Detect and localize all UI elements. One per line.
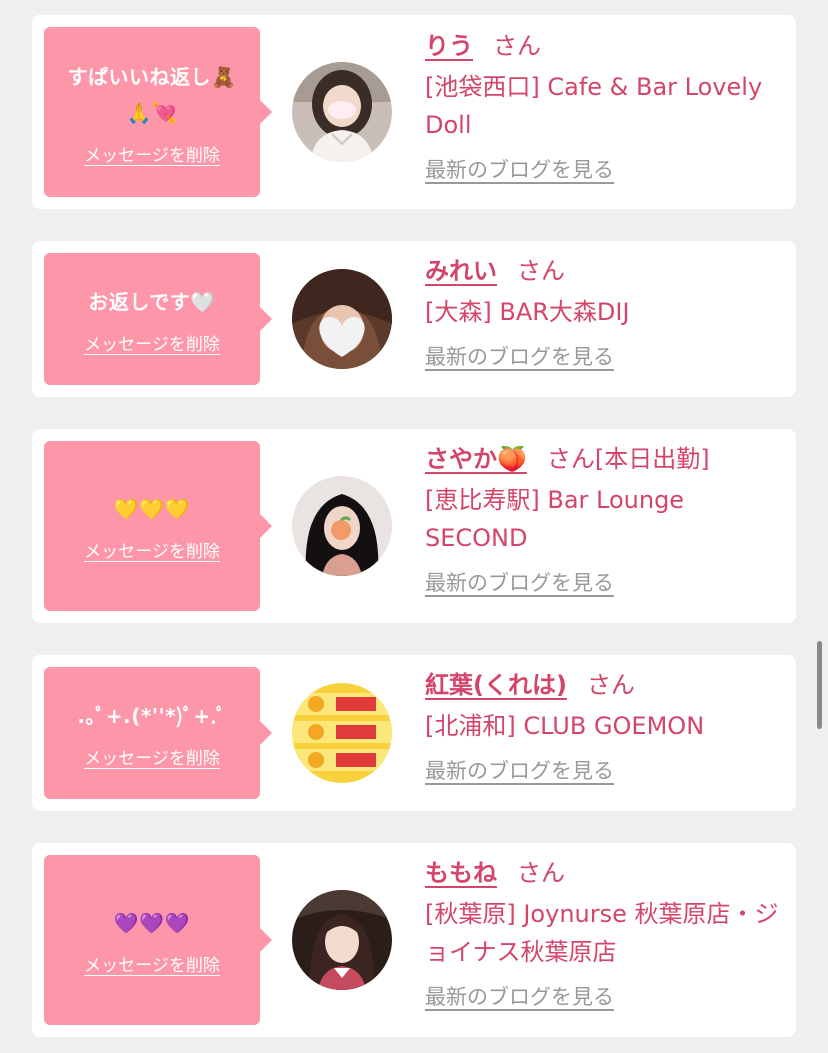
delete-message-link[interactable]: メッセージを削除 xyxy=(84,141,220,166)
shop-name: [北浦和] CLUB GOEMON xyxy=(425,712,705,740)
avatar[interactable] xyxy=(292,683,392,783)
delete-message-link[interactable]: メッセージを削除 xyxy=(84,537,220,562)
message-text: .｡ﾟ+.(*''*)ﾟ+.ﾟ xyxy=(77,703,227,728)
message-text: 💜💜💜 xyxy=(113,910,191,935)
avatar-image xyxy=(292,476,392,576)
honorific: さん xyxy=(517,859,565,887)
latest-blog-link[interactable]: 最新のブログを見る xyxy=(425,341,614,371)
message-bubble: .｡ﾟ+.(*''*)ﾟ+.ﾟ メッセージを削除 xyxy=(44,667,272,799)
message-bubble: すぱいいね返し🧸 🙏💘 メッセージを削除 xyxy=(44,27,272,197)
message-card: 💛💛💛 メッセージを削除 さやか🍑 さん[本日出勤] [恵比寿駅] Bar Lou… xyxy=(32,429,796,623)
message-card: .｡ﾟ+.(*''*)ﾟ+.ﾟ メッセージを削除 紅葉(くれは) さん [北浦和]… xyxy=(32,655,796,811)
delete-message-link[interactable]: メッセージを削除 xyxy=(84,951,220,976)
sender-info: さやか🍑 さん[本日出勤] [恵比寿駅] Bar Lounge SECOND 最新… xyxy=(425,441,784,597)
avatar-image xyxy=(292,890,392,990)
sender-name-link[interactable]: さやか🍑 xyxy=(425,445,527,473)
message-text: すぱいいね返し🧸 🙏💘 xyxy=(67,64,237,125)
message-card: すぱいいね返し🧸 🙏💘 メッセージを削除 りう さん [池袋西口] Cafe & … xyxy=(32,15,796,209)
avatar[interactable] xyxy=(292,62,392,162)
sender-info: りう さん [池袋西口] Cafe & Bar Lovely Doll 最新のブロ… xyxy=(425,28,784,184)
latest-blog-link[interactable]: 最新のブログを見る xyxy=(425,154,614,184)
message-card: お返しです🤍 メッセージを削除 みれい さん [大森] BAR大森DIJ 最新のブ… xyxy=(32,241,796,397)
sender-info: ももね さん [秋葉原] Joynurse 秋葉原店・ジョイナス秋葉原店 最新のブ… xyxy=(425,855,784,1011)
delete-message-link[interactable]: メッセージを削除 xyxy=(84,744,220,769)
honorific: さん xyxy=(517,257,565,285)
latest-blog-link[interactable]: 最新のブログを見る xyxy=(425,755,614,785)
avatar-image xyxy=(292,269,392,369)
message-text: お返しです🤍 xyxy=(88,289,216,314)
shop-name: [池袋西口] Cafe & Bar Lovely Doll xyxy=(425,73,763,139)
avatar[interactable] xyxy=(292,890,392,990)
delete-message-link[interactable]: メッセージを削除 xyxy=(84,330,220,355)
shop-name: [大森] BAR大森DIJ xyxy=(425,298,630,326)
honorific: さん xyxy=(546,445,595,473)
message-text: 💛💛💛 xyxy=(113,496,191,521)
sender-name-link[interactable]: みれい xyxy=(425,257,497,285)
latest-blog-link[interactable]: 最新のブログを見る xyxy=(425,567,614,597)
sender-name-link[interactable]: 紅葉(くれは) xyxy=(425,671,567,699)
shop-name: [秋葉原] Joynurse 秋葉原店・ジョイナス秋葉原店 xyxy=(425,900,779,966)
sender-name-link[interactable]: ももね xyxy=(425,859,497,887)
honorific: さん xyxy=(493,32,541,60)
honorific: さん xyxy=(586,671,635,699)
name-line: りう さん xyxy=(425,28,784,64)
message-bubble: 💜💜💜 メッセージを削除 xyxy=(44,855,272,1025)
name-line: ももね さん xyxy=(425,855,784,891)
sender-name-link[interactable]: りう xyxy=(425,32,473,60)
avatar-image xyxy=(292,683,392,783)
avatar-image xyxy=(292,62,392,162)
name-line: みれい さん xyxy=(425,253,784,289)
shop-name: [恵比寿駅] Bar Lounge SECOND xyxy=(425,486,685,552)
status-suffix: [本日出勤] xyxy=(594,445,710,473)
avatar[interactable] xyxy=(292,269,392,369)
name-line: 紅葉(くれは) さん xyxy=(425,667,784,703)
message-bubble: お返しです🤍 メッセージを削除 xyxy=(44,253,272,385)
avatar[interactable] xyxy=(292,476,392,576)
message-bubble: 💛💛💛 メッセージを削除 xyxy=(44,441,272,611)
sender-info: 紅葉(くれは) さん [北浦和] CLUB GOEMON 最新のブログを見る xyxy=(425,667,784,785)
scrollbar[interactable] xyxy=(817,641,822,729)
name-line: さやか🍑 さん[本日出勤] xyxy=(425,441,784,477)
message-card: 💜💜💜 メッセージを削除 ももね さん [秋葉原] Joynurse 秋葉原店・ジ… xyxy=(32,843,796,1037)
sender-info: みれい さん [大森] BAR大森DIJ 最新のブログを見る xyxy=(425,253,784,371)
latest-blog-link[interactable]: 最新のブログを見る xyxy=(425,981,614,1011)
